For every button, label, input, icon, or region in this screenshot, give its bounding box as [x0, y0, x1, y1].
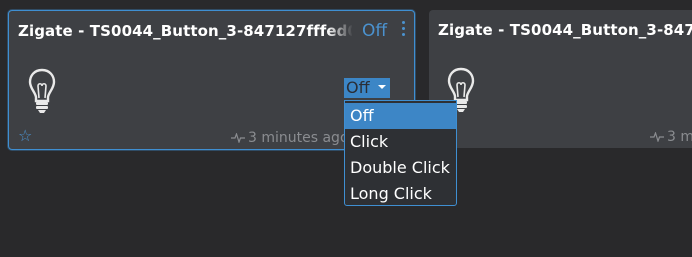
caret-down-icon — [378, 85, 386, 89]
last-updated: 3 minutes ago — [650, 129, 692, 145]
favorite-star-icon[interactable]: ☆ — [18, 128, 32, 144]
device-tile-2[interactable]: Zigate - TS0044_Button_3-847127fffed092d… — [429, 10, 692, 148]
tile-title: Zigate - TS0044_Button_3-847127fffed092d… — [438, 21, 692, 39]
more-options-icon[interactable] — [400, 21, 406, 39]
tile-title: Zigate - TS0044_Button_3-847127fffed092d… — [18, 22, 352, 40]
action-select[interactable]: Off — [344, 78, 390, 98]
title-fade — [327, 17, 353, 47]
lightbulb-icon — [28, 68, 56, 113]
state-label: Off — [362, 21, 388, 41]
action-select-value: Off — [346, 78, 370, 97]
last-updated-text: 3 minutes ago — [667, 129, 692, 145]
option-long-click[interactable]: Long Click — [345, 181, 456, 207]
activity-pulse-icon — [231, 133, 245, 143]
option-double-click[interactable]: Double Click — [345, 155, 456, 181]
option-off[interactable]: Off — [345, 103, 456, 129]
activity-pulse-icon — [650, 132, 664, 142]
last-updated: 3 minutes ago — [231, 130, 349, 146]
last-updated-text: 3 minutes ago — [248, 130, 349, 146]
action-dropdown-menu: Off Click Double Click Long Click — [344, 100, 457, 206]
option-click[interactable]: Click — [345, 129, 456, 155]
